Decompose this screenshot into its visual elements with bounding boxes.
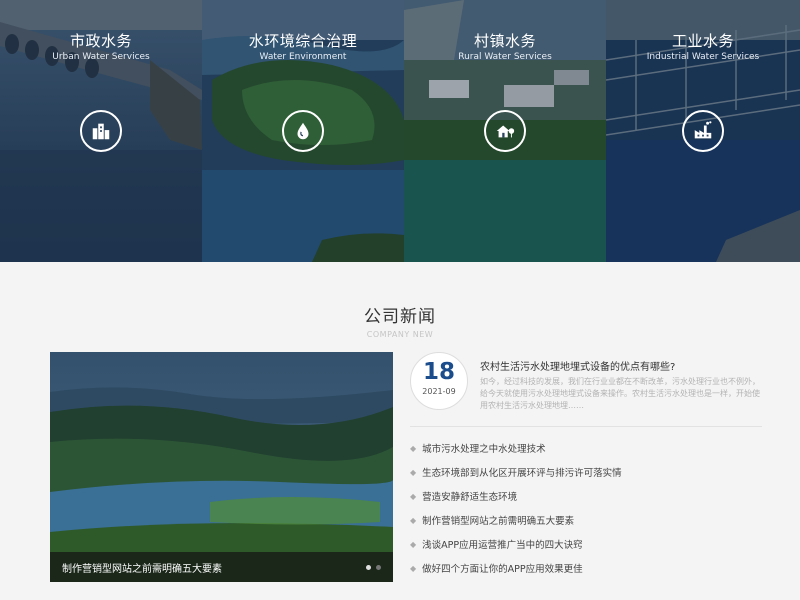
service-panel-industrial[interactable]: 工业水务 Industrial Water Services (606, 0, 800, 262)
service-subtitle: Rural Water Services (458, 52, 552, 62)
featured-news-slider[interactable]: 制作营销型网站之前需明确五大要素 (50, 352, 393, 582)
bullet-icon: ◆ (410, 467, 417, 477)
bullet-icon: ◆ (410, 491, 417, 501)
service-title: 市政水务 (69, 32, 132, 50)
news-list: ◆ 城市污水处理之中水处理技术 ◆ 生态环境部到从化区开展环评与排污许可落实情 ◆ 营… (410, 436, 765, 580)
list-item[interactable]: ◆ 生态环境部到从化区开展环评与排污许可落实情 (410, 460, 765, 484)
section-subtitle: COMPANY NEW (366, 330, 434, 339)
date-badge: 18 2021-09 (410, 352, 468, 410)
city-buildings-icon (92, 123, 110, 140)
service-title: 工业水务 (671, 32, 734, 50)
news-item-title[interactable]: 浅谈APP应用运营推广当中的四大诀窍 (422, 537, 582, 551)
service-subtitle: Industrial Water Services (646, 52, 760, 62)
slider-dot[interactable] (366, 564, 371, 570)
slider-pagination (366, 564, 381, 570)
slider-caption-bar: 制作营销型网站之前需明确五大要素 (50, 552, 393, 582)
divider (410, 426, 762, 427)
service-icon-ring[interactable] (80, 110, 122, 152)
top-news-title[interactable]: 农村生活污水处理地埋式设备的优点有哪些? (480, 358, 675, 373)
service-icon-ring[interactable] (282, 110, 324, 152)
bullet-icon: ◆ (410, 443, 417, 453)
service-panel-water-environment[interactable]: 水环境综合治理 Water Environment (202, 0, 404, 262)
list-item[interactable]: ◆ 制作营销型网站之前需明确五大要素 (410, 508, 765, 532)
featured-lake-image (50, 352, 393, 582)
service-subtitle: Water Environment (259, 52, 347, 62)
news-item-title[interactable]: 生态环境部到从化区开展环评与排污许可落实情 (422, 465, 622, 479)
list-item[interactable]: ◆ 浅谈APP应用运营推广当中的四大诀窍 (410, 532, 765, 556)
service-panel-rural[interactable]: 村镇水务 Rural Water Services (404, 0, 606, 262)
factory-icon (694, 121, 712, 139)
news-section-heading: 公司新闻 COMPANY NEW (0, 302, 800, 339)
date-day: 18 (422, 359, 455, 385)
bullet-icon: ◆ (410, 539, 417, 549)
top-news-summary: 如今，经过科技的发展，我们在行业业都在不断改革，污水处理行业也不例外，给今天就使… (480, 377, 760, 410)
date-year-month: 2021-09 (422, 387, 456, 396)
news-item-title[interactable]: 做好四个方面让你的APP应用效果更佳 (422, 561, 582, 575)
service-subtitle: Urban Water Services (52, 52, 150, 62)
section-title: 公司新闻 (364, 307, 436, 327)
service-icon-ring[interactable] (682, 110, 724, 152)
slider-caption[interactable]: 制作营销型网站之前需明确五大要素 (62, 560, 222, 575)
service-panel-urban[interactable]: 市政水务 Urban Water Services (0, 0, 202, 262)
news-item-title[interactable]: 城市污水处理之中水处理技术 (422, 441, 546, 455)
service-icon-ring[interactable] (484, 110, 526, 152)
service-title: 水环境综合治理 (248, 32, 358, 50)
list-item[interactable]: ◆ 营造安静舒适生态环境 (410, 484, 765, 508)
bullet-icon: ◆ (410, 515, 417, 525)
top-news-item[interactable]: 18 2021-09 农村生活污水处理地埋式设备的优点有哪些? 如今，经过科技的… (410, 352, 765, 414)
list-item[interactable]: ◆ 城市污水处理之中水处理技术 (410, 436, 765, 460)
service-title: 村镇水务 (473, 32, 536, 50)
house-tree-icon (496, 125, 515, 138)
news-item-title[interactable]: 营造安静舒适生态环境 (422, 489, 517, 503)
slider-dot[interactable] (376, 564, 381, 570)
news-item-title[interactable]: 制作营销型网站之前需明确五大要素 (422, 513, 574, 527)
service-panels: 市政水务 Urban Water Services 水环境综合治理 Water … (0, 0, 800, 262)
water-drop-icon (297, 122, 309, 140)
list-item[interactable]: ◆ 做好四个方面让你的APP应用效果更佳 (410, 556, 765, 580)
bullet-icon: ◆ (410, 563, 417, 573)
